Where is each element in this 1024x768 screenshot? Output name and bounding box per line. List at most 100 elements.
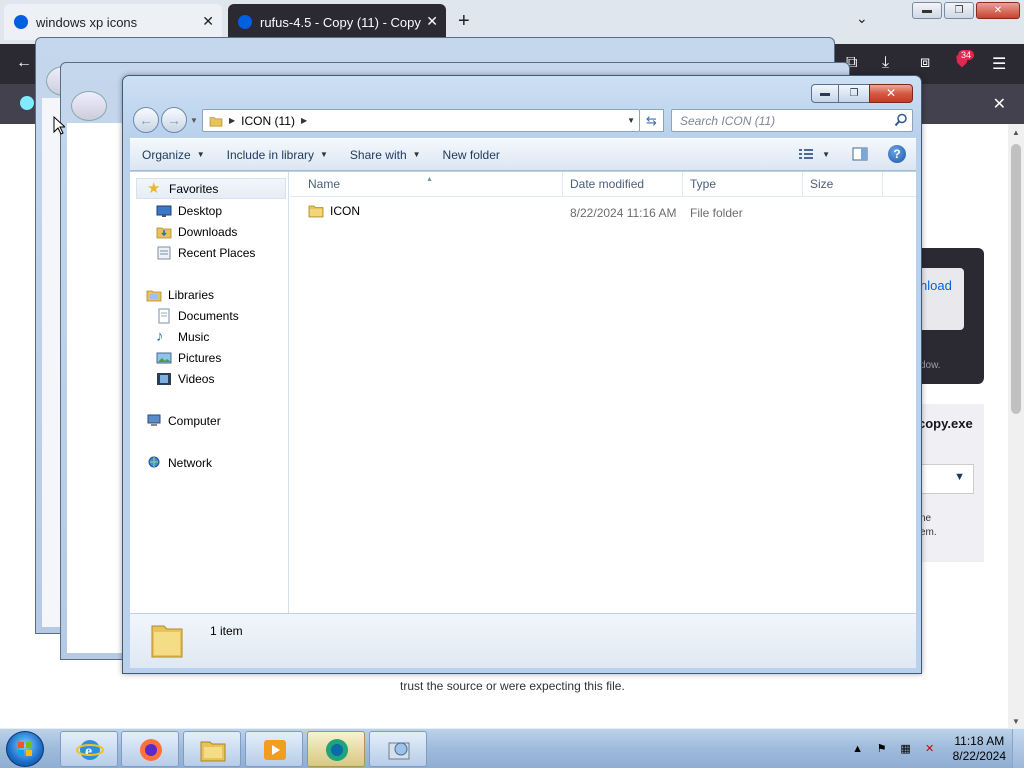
- edge-icon: [238, 15, 252, 29]
- maximize-button[interactable]: ❐: [839, 84, 869, 103]
- new-folder-button[interactable]: New folder: [431, 148, 510, 162]
- column-header-type[interactable]: Type: [683, 172, 803, 197]
- nav-documents[interactable]: Documents: [156, 305, 239, 326]
- organize-menu[interactable]: Organize ▼: [130, 148, 215, 162]
- column-label: Type: [690, 177, 717, 191]
- tab-close-icon[interactable]: ✕: [426, 13, 438, 30]
- preview-pane-icon[interactable]: [852, 146, 868, 162]
- file-type: File folder: [690, 206, 743, 220]
- notification-close-icon[interactable]: ✕: [993, 94, 1006, 114]
- browser-close-button[interactable]: ✕: [976, 2, 1020, 19]
- column-header-size[interactable]: Size: [803, 172, 883, 197]
- show-hidden-icons-icon[interactable]: ▲: [851, 742, 865, 756]
- browser-maximize-button[interactable]: ❐: [944, 2, 974, 19]
- star-icon: ★: [147, 179, 161, 197]
- extensions-icon[interactable]: ⧈: [920, 54, 930, 72]
- clock[interactable]: 11:18 AM 8/22/2024: [953, 734, 1006, 764]
- back-button[interactable]: [71, 91, 107, 121]
- setup-disc-icon: [388, 742, 410, 760]
- browser-tab-rufus[interactable]: rufus-4.5 - Copy (11) - Copy ✕: [228, 4, 446, 40]
- nav-recent-places[interactable]: Recent Places: [156, 242, 255, 263]
- help-icon[interactable]: ?: [888, 145, 906, 163]
- nav-label: Videos: [178, 371, 215, 386]
- edge-icon: [14, 15, 28, 29]
- search-box[interactable]: [671, 109, 913, 132]
- forward-button[interactable]: →: [161, 107, 187, 133]
- nav-videos[interactable]: Videos: [156, 368, 214, 389]
- scrollbar-thumb[interactable]: [1011, 144, 1021, 414]
- page-scrollbar[interactable]: ▲ ▼: [1008, 124, 1024, 728]
- back-icon[interactable]: ←: [16, 54, 32, 72]
- taskbar-firefox[interactable]: [121, 731, 179, 767]
- file-row[interactable]: ICON 8/22/2024 11:16 AM File folder: [290, 201, 916, 223]
- explorer-content: ★ Favorites Desktop Downloads Recent Pla…: [130, 172, 916, 613]
- network-tray-icon[interactable]: ▦: [899, 742, 913, 756]
- change-view-icon[interactable]: [798, 147, 814, 161]
- share-with-menu[interactable]: Share with ▼: [338, 148, 431, 162]
- column-label: Name: [308, 177, 341, 191]
- refresh-button[interactable]: ⇆: [640, 109, 664, 132]
- nav-favorites[interactable]: ★ Favorites: [136, 178, 286, 199]
- firefox-icon: [140, 739, 162, 761]
- nav-libraries[interactable]: Libraries: [146, 284, 214, 305]
- nav-pictures[interactable]: Pictures: [156, 347, 221, 368]
- address-bar[interactable]: ▶ ICON (11) ▶ ▼: [202, 109, 640, 132]
- computer-icon: [147, 414, 161, 426]
- action-center-flag-icon[interactable]: ⚑: [875, 742, 889, 756]
- nav-network[interactable]: Network: [146, 452, 212, 473]
- file-name-cell: ICON: [308, 204, 360, 218]
- navigation-pane: ★ Favorites Desktop Downloads Recent Pla…: [130, 172, 289, 613]
- nav-label: Documents: [178, 308, 239, 323]
- search-input[interactable]: [672, 110, 888, 131]
- close-button[interactable]: ✕: [869, 84, 913, 103]
- windows-logo-icon: [18, 742, 32, 756]
- address-dropdown-icon[interactable]: ▼: [627, 116, 635, 125]
- refresh-icon: ⇆: [646, 113, 657, 128]
- new-tab-button[interactable]: +: [458, 10, 470, 33]
- download-icon[interactable]: ⤓: [882, 54, 889, 72]
- tab-title: rufus-4.5 - Copy (11) - Copy: [260, 14, 421, 30]
- column-header-date[interactable]: Date modified: [563, 172, 683, 197]
- nav-downloads[interactable]: Downloads: [156, 221, 237, 242]
- tab-title: windows xp icons: [36, 14, 138, 30]
- menu-icon[interactable]: ☰: [992, 54, 1006, 74]
- taskbar-internet-explorer[interactable]: e: [60, 731, 118, 767]
- file-list-pane: ▲ Name Date modified Type Size ICON 8/22/…: [290, 172, 916, 613]
- taskbar-browser-app[interactable]: [307, 731, 365, 767]
- search-icon[interactable]: [894, 113, 908, 127]
- taskbar-setup-app[interactable]: [369, 731, 427, 767]
- column-header-name[interactable]: ▲ Name: [290, 172, 563, 197]
- mouse-cursor-icon: [53, 116, 65, 135]
- start-button[interactable]: [6, 731, 44, 767]
- volume-muted-icon[interactable]: ✕: [923, 742, 937, 756]
- minimize-button[interactable]: ▬: [811, 84, 839, 103]
- nav-music[interactable]: ♪ Music: [156, 326, 209, 347]
- tab-close-icon[interactable]: ✕: [202, 13, 214, 30]
- nav-desktop[interactable]: Desktop: [156, 200, 222, 221]
- nav-computer[interactable]: Computer: [146, 410, 221, 431]
- scroll-up-icon[interactable]: ▲: [1012, 128, 1020, 137]
- nav-label: Music: [178, 329, 210, 344]
- pictures-icon: [156, 352, 172, 363]
- taskbar-windows-explorer[interactable]: [183, 731, 241, 767]
- file-date: 8/22/2024 11:16 AM: [570, 206, 677, 220]
- scroll-down-icon[interactable]: ▼: [1012, 717, 1020, 726]
- breadcrumb-arrow-icon[interactable]: ▶: [229, 116, 235, 125]
- include-in-library-menu[interactable]: Include in library ▼: [215, 148, 338, 162]
- nav-label: Computer: [168, 413, 221, 428]
- item-count: 1 item: [210, 624, 243, 638]
- tab-list-chevron-icon[interactable]: ⌄: [856, 10, 868, 27]
- back-button[interactable]: ←: [133, 107, 159, 133]
- taskbar-media-player[interactable]: [245, 731, 303, 767]
- desktop-icon: [156, 205, 172, 217]
- breadcrumb-arrow-icon[interactable]: ▶: [301, 116, 307, 125]
- back-arrow-icon: ←: [139, 112, 153, 128]
- show-desktop-button[interactable]: [1012, 729, 1024, 768]
- breadcrumb-current[interactable]: ICON (11): [241, 114, 295, 128]
- clock-date: 8/22/2024: [952, 749, 1006, 763]
- nav-label: Network: [168, 455, 213, 470]
- browser-tab-windows-xp-icons[interactable]: windows xp icons ✕: [4, 4, 222, 40]
- browser-minimize-button[interactable]: ▬: [912, 2, 942, 19]
- recent-pages-dropdown[interactable]: ▼: [190, 116, 198, 125]
- view-options-chevron-icon[interactable]: ▼: [822, 150, 830, 159]
